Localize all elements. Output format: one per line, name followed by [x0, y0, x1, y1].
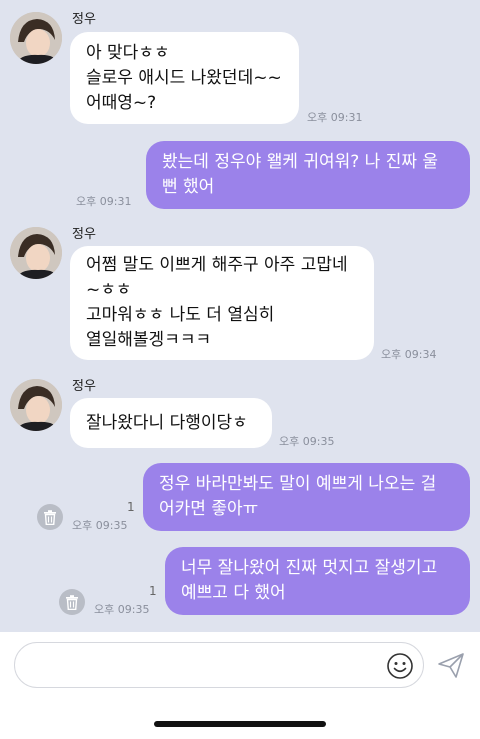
message-time: 오후 09:31	[76, 195, 132, 208]
emoji-button[interactable]	[386, 652, 414, 680]
message-bubble[interactable]: 어쩜 말도 이쁘게 해주구 아주 고맙네 ~ㅎㅎ 고마워ㅎㅎ 나도 더 열심히 …	[70, 246, 374, 360]
avatar[interactable]	[10, 379, 62, 431]
message-line: 어카면 좋아ㅠ	[159, 499, 259, 519]
delete-button[interactable]	[37, 504, 63, 530]
avatar[interactable]	[10, 227, 62, 279]
send-button[interactable]	[436, 650, 466, 680]
home-indicator	[154, 721, 326, 727]
sender-name: 정우	[72, 12, 96, 27]
message-line: 예쁘고 다 했어	[181, 583, 286, 603]
unread-count: 1	[149, 584, 157, 598]
message-time: 오후 09:34	[381, 348, 437, 361]
message-bubble[interactable]: 봤는데 정우야 왤케 귀여워? 나 진짜 울 뻔 했어	[146, 141, 470, 209]
message-line: 정우 바라만봐도 말이 예쁘게 나오는 걸	[159, 474, 437, 494]
composer-bar	[0, 632, 480, 739]
emoji-icon	[387, 653, 413, 679]
chat-area[interactable]: 정우 아 맞다ㅎㅎ 슬로우 애시드 나왔던데~~ 어때영~? 오후 09:31 …	[0, 0, 480, 632]
message-time: 오후 09:31	[307, 111, 363, 124]
delete-button[interactable]	[59, 589, 85, 615]
message-line: 열일해볼겡ㅋㅋㅋ	[86, 330, 212, 350]
message-time: 오후 09:35	[279, 435, 335, 448]
message-line: 뻔 했어	[162, 177, 215, 197]
message-time: 오후 09:35	[72, 519, 128, 532]
message-line: 슬로우 애시드 나왔던데~~	[86, 67, 282, 88]
message-bubble[interactable]: 잘나왔다니 다행이당ㅎ	[70, 398, 272, 448]
message-line: 아 맞다ㅎㅎ	[86, 42, 170, 63]
message-line: 잘나왔다니 다행이당ㅎ	[86, 412, 248, 433]
avatar[interactable]	[10, 12, 62, 64]
message-line: 고마워ㅎㅎ 나도 더 열심히	[86, 305, 275, 325]
message-input[interactable]	[14, 642, 424, 688]
sender-name: 정우	[72, 227, 96, 242]
message-bubble[interactable]: 아 맞다ㅎㅎ 슬로우 애시드 나왔던데~~ 어때영~?	[70, 32, 299, 124]
unread-count: 1	[127, 500, 135, 514]
message-line: 어쩜 말도 이쁘게 해주구 아주 고맙네	[86, 255, 348, 275]
sender-name: 정우	[72, 379, 96, 394]
message-line: 너무 잘나왔어 진짜 멋지고 잘생기고	[181, 558, 438, 578]
message-line: 어때영~?	[86, 92, 157, 113]
message-bubble[interactable]: 너무 잘나왔어 진짜 멋지고 잘생기고 예쁘고 다 했어	[165, 547, 470, 615]
message-line: 봤는데 정우야 왤케 귀여워? 나 진짜 울	[162, 152, 439, 172]
trash-icon	[44, 509, 56, 525]
send-icon	[438, 653, 464, 678]
message-time: 오후 09:35	[94, 603, 150, 616]
message-line: ~ㅎㅎ	[86, 280, 132, 300]
trash-icon	[66, 594, 78, 610]
message-bubble[interactable]: 정우 바라만봐도 말이 예쁘게 나오는 걸 어카면 좋아ㅠ	[143, 463, 470, 531]
